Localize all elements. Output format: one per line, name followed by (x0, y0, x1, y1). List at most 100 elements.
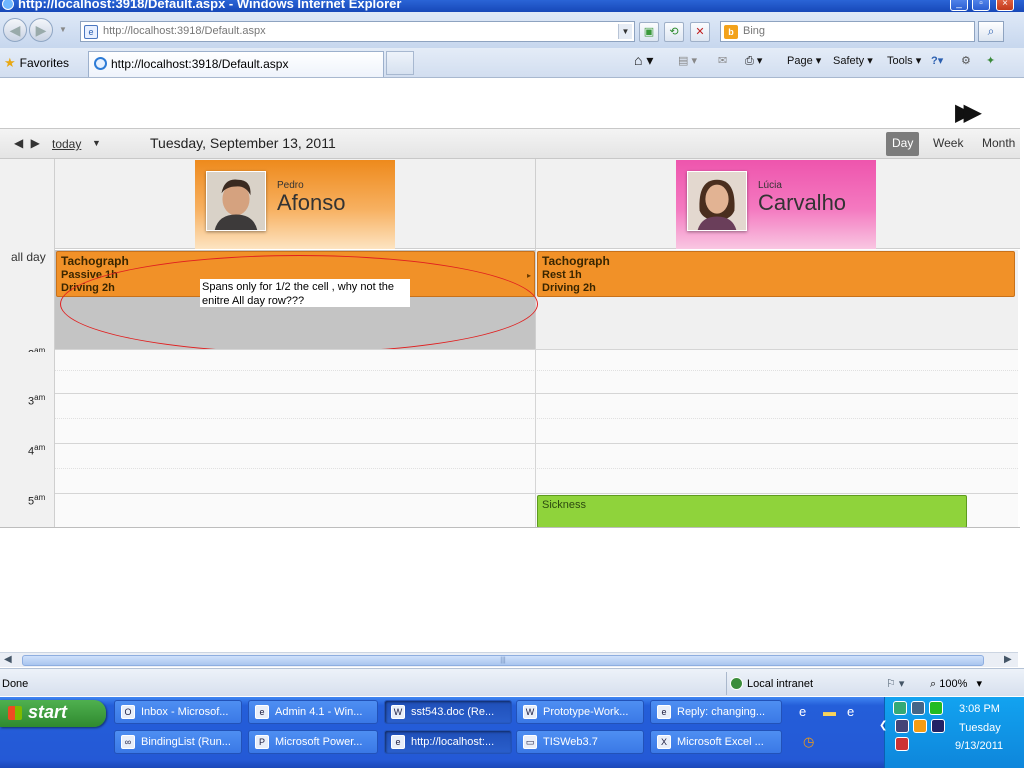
scroll-left-icon[interactable]: ◀ (4, 654, 12, 665)
addon-icon[interactable]: ✦ (986, 54, 995, 67)
clock-app-icon[interactable]: ◷ (803, 734, 814, 750)
forward-button[interactable]: ▶ (29, 18, 53, 42)
monitor-icon[interactable] (895, 719, 909, 733)
windows-flag-icon (8, 706, 22, 720)
intranet-icon (730, 677, 743, 690)
quick-launch: e ▬ e ◷ (795, 702, 875, 749)
close-button[interactable]: × (996, 0, 1014, 11)
avatar (206, 171, 266, 231)
scroll-right-icon[interactable]: ▶ (1004, 654, 1012, 665)
word-icon: W (391, 705, 405, 719)
taskbar-item[interactable]: Wsst543.doc (Re... (384, 700, 512, 724)
taskbar-item[interactable]: W Prototype-Work... (516, 700, 644, 724)
fast-forward-icon[interactable]: ▶▶ (955, 98, 982, 127)
favorites-button[interactable]: ★ Favorites (4, 55, 69, 71)
clock-day: Tuesday (959, 722, 1001, 734)
search-input[interactable]: b Bing (720, 21, 975, 42)
view-month[interactable]: Month (976, 132, 1021, 156)
browser-tab[interactable]: http://localhost:3918/Default.aspx (88, 51, 384, 77)
home-icon[interactable]: ⌂ ▾ (634, 52, 653, 69)
network-icon[interactable] (893, 701, 907, 715)
activity-icon[interactable] (931, 719, 945, 733)
calendar-header: ◀ ▶ today ▼ Tuesday, September 13, 2011 … (0, 128, 1020, 159)
taskbar-item[interactable]: ∞ BindingList (Run... (114, 730, 242, 754)
tools-menu[interactable]: Tools ▾ (887, 54, 921, 67)
prev-next-arrows[interactable]: ◀ ▶ (14, 136, 42, 150)
status-text: Done (2, 678, 29, 690)
address-input[interactable]: e http://localhost:3918/Default.aspx ▼ (80, 21, 635, 42)
restore-button[interactable]: ▫ (972, 0, 990, 11)
new-tab-button[interactable] (386, 51, 414, 75)
resource-last-name: Carvalho (758, 190, 847, 215)
time-row[interactable] (55, 443, 1018, 493)
research-icon[interactable]: ⚙ (961, 54, 971, 67)
taskbar-item[interactable]: ▭ TISWeb3.7 (516, 730, 644, 754)
hour-label: 2am (28, 346, 46, 352)
timed-event[interactable]: Sickness (537, 495, 967, 528)
time-row[interactable] (55, 349, 1018, 393)
feeds-icon[interactable]: ▤ ▾ (678, 54, 697, 67)
hour-label: 3am (28, 393, 46, 408)
date-dropdown-icon[interactable]: ▼ (92, 138, 101, 148)
tray-expand-icon[interactable]: ❮ (879, 720, 887, 731)
mail-icon[interactable]: ✉ (718, 54, 727, 67)
resource-header-afonso[interactable]: Pedro Afonso (195, 160, 395, 249)
hour-label: 5am (28, 493, 46, 508)
start-button[interactable]: start (0, 700, 106, 727)
scrollbar-thumb[interactable]: ||| (22, 655, 984, 666)
avatar (687, 171, 747, 231)
stop-icon[interactable]: ✕ (690, 22, 710, 42)
taskbar-item[interactable]: e Admin 4.1 - Win... (248, 700, 378, 724)
window-title-bar[interactable]: http://localhost:3918/Default.aspx - Win… (0, 0, 1024, 12)
taskbar-item[interactable]: e http://localhost:... (384, 730, 512, 754)
taskbar-item[interactable]: X Microsoft Excel ... (650, 730, 782, 754)
page-menu[interactable]: Page ▾ (787, 54, 821, 67)
visual-studio-icon: ∞ (121, 735, 135, 749)
time-row[interactable] (55, 393, 1018, 443)
view-week[interactable]: Week (927, 132, 969, 156)
compat-view-icon[interactable]: ▣ (639, 22, 659, 42)
today-link[interactable]: today (52, 137, 81, 151)
reminder-icon[interactable] (913, 719, 927, 733)
taskbar-item[interactable]: O Inbox - Microsof... (114, 700, 242, 724)
status-bar: Done Local intranet ⚐ ▾ ⌕ 100% ▾ (0, 668, 1024, 696)
address-text: http://localhost:3918/Default.aspx (103, 25, 266, 37)
protected-mode-icon[interactable]: ⚐ ▾ (886, 677, 904, 690)
refresh-icon[interactable]: ⟲ (664, 22, 684, 42)
zoom-control[interactable]: ⌕ 100% ▾ (930, 677, 982, 691)
horizontal-scrollbar[interactable]: ◀ ||| ▶ (0, 652, 1018, 667)
view-day[interactable]: Day (886, 132, 920, 156)
outlook-icon: O (121, 705, 135, 719)
ie-quicklaunch-icon[interactable]: e (847, 704, 854, 719)
star-icon: ★ (4, 55, 16, 70)
clock-time[interactable]: 3:08 PM (959, 703, 1000, 715)
minimize-button[interactable]: _ (950, 0, 968, 11)
taskbar-item[interactable]: P Microsoft Power... (248, 730, 378, 754)
continue-arrow-icon: ▸ (526, 271, 531, 280)
search-placeholder: Bing (743, 25, 766, 37)
system-tray: ❮ 3:08 PM Tuesday 9/13/2011 (879, 697, 1024, 768)
help-icon[interactable]: ?▾ (931, 54, 943, 67)
bing-icon: b (724, 25, 738, 39)
status-icon[interactable] (929, 701, 943, 715)
back-button[interactable]: ◀ (3, 18, 27, 42)
ie-quicklaunch-icon[interactable]: e (799, 704, 806, 719)
alert-icon[interactable] (895, 737, 909, 751)
ie-icon (2, 0, 14, 10)
search-icon[interactable]: ⌕ (978, 21, 1004, 42)
connection-icon[interactable] (911, 701, 925, 715)
security-zone[interactable]: Local intranet (726, 672, 881, 695)
taskbar-item[interactable]: e Reply: changing... (650, 700, 782, 724)
event-title: Tachograph (542, 254, 610, 268)
ie-icon: e (255, 705, 269, 719)
address-dropdown-icon[interactable]: ▼ (618, 24, 632, 39)
history-dropdown-icon[interactable]: ▼ (59, 25, 67, 34)
event-detail: Driving 2h (542, 282, 596, 294)
all-day-event[interactable]: Tachograph Rest 1h Driving 2h (537, 251, 1015, 297)
print-icon[interactable]: ⎙ ▾ (745, 54, 762, 68)
safety-menu[interactable]: Safety ▾ (833, 54, 873, 67)
folder-quicklaunch-icon[interactable]: ▬ (823, 704, 836, 719)
powerpoint-icon: P (255, 735, 269, 749)
folder-icon: ▭ (523, 735, 537, 749)
resource-header-carvalho[interactable]: Lúcia Carvalho (676, 160, 876, 249)
